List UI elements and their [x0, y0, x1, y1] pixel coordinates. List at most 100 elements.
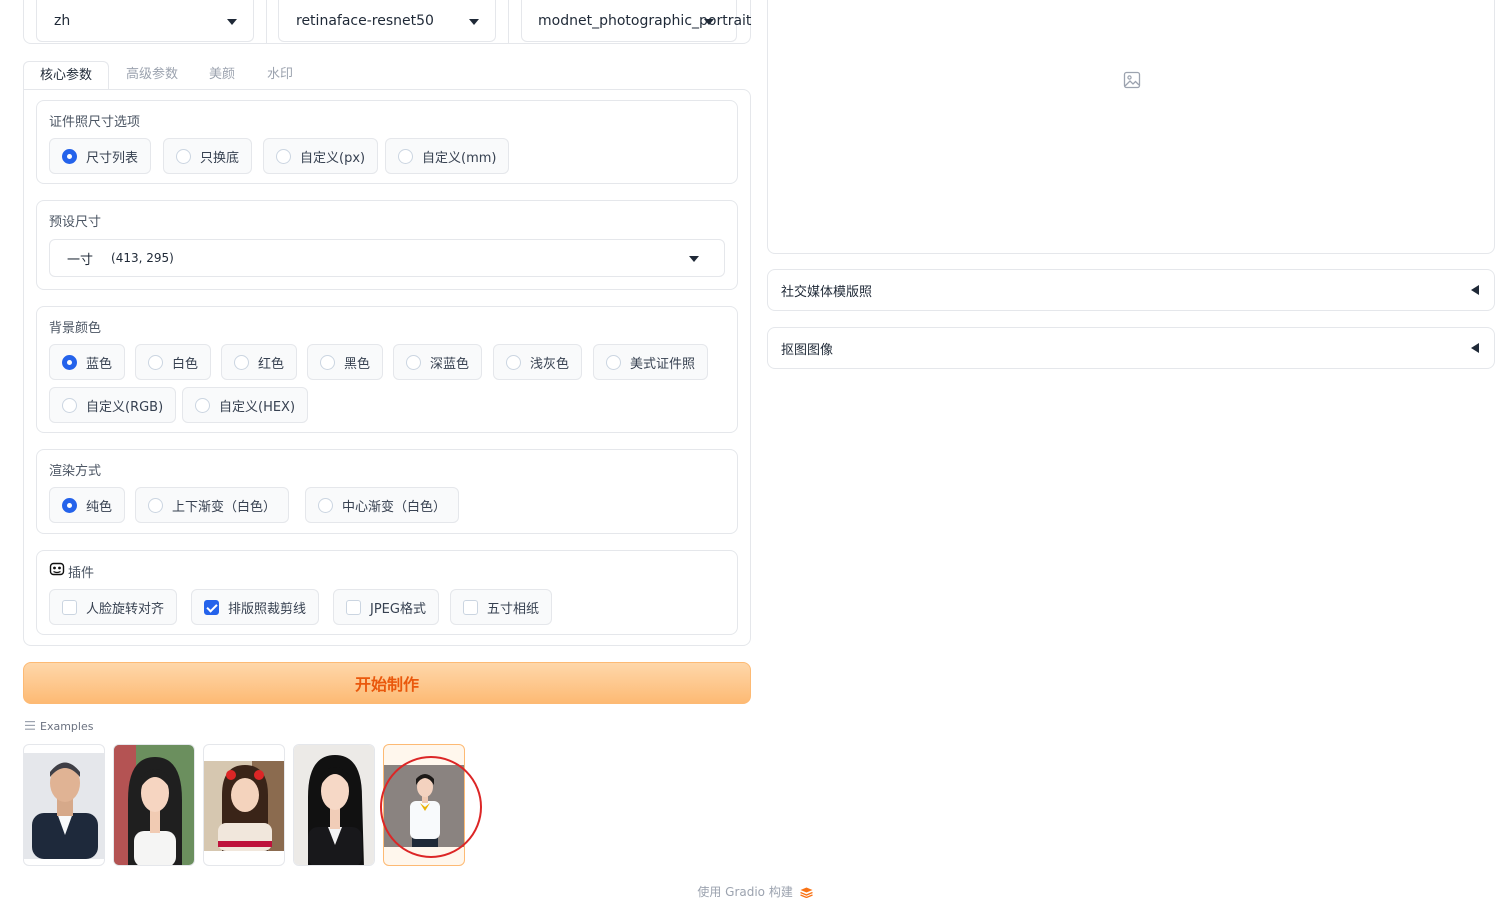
- language-dropdown[interactable]: zh: [36, 0, 254, 42]
- example-thumbnail[interactable]: [203, 744, 285, 866]
- option-label: 纯色: [86, 499, 113, 515]
- plugins-block: 插件 人脸旋转对齐 排版照裁剪线 JPEG格式 五寸相纸: [36, 550, 738, 635]
- tab-watermark[interactable]: 水印: [252, 61, 309, 90]
- plugins-label-text: 插件: [68, 565, 95, 581]
- accordion-matting-image[interactable]: 抠图图像: [767, 327, 1495, 369]
- option-label: 只换底: [200, 150, 240, 166]
- size-option-label: 证件照尺寸选项: [49, 115, 141, 130]
- option-label: 深蓝色: [430, 356, 470, 372]
- tab-beauty[interactable]: 美颜: [192, 61, 252, 90]
- robot-mask-icon: [49, 561, 65, 581]
- option-label: 自定义(mm): [422, 150, 497, 166]
- example-thumbnail[interactable]: [293, 744, 375, 866]
- bg-color-us-id[interactable]: 美式证件照: [593, 344, 709, 380]
- checkbox-icon: [62, 599, 77, 615]
- radio-icon: [148, 497, 163, 513]
- option-label: 浅灰色: [530, 356, 570, 372]
- render-mode-block: 渲染方式 纯色 上下渐变（白色） 中心渐变（白色）: [36, 449, 738, 534]
- size-option-custom-mm[interactable]: 自定义(mm): [385, 138, 510, 174]
- option-label: 红色: [258, 356, 285, 372]
- tab-core-params[interactable]: 核心参数: [23, 61, 110, 90]
- bg-color-blue[interactable]: 蓝色: [49, 344, 126, 380]
- render-mode-center-gradient[interactable]: 中心渐变（白色）: [305, 487, 460, 523]
- option-label: 五寸相纸: [487, 601, 540, 617]
- size-option-block: 证件照尺寸选项 尺寸列表 只换底 自定义(px) 自定义(mm): [36, 100, 738, 184]
- bg-color-dark-blue[interactable]: 深蓝色: [393, 344, 483, 380]
- tab-advanced-params[interactable]: 高级参数: [109, 61, 192, 90]
- face-detect-model-dropdown[interactable]: retinaface-resnet50: [278, 0, 496, 42]
- radio-icon: [176, 148, 191, 164]
- radio-selected-icon: [62, 148, 77, 164]
- render-mode-solid[interactable]: 纯色: [49, 487, 126, 523]
- divider: [508, 0, 509, 44]
- option-label: 蓝色: [86, 356, 113, 372]
- output-image-box: [767, 0, 1495, 254]
- radio-icon: [318, 497, 333, 513]
- render-mode-label: 渲染方式: [49, 464, 102, 479]
- preset-size-name: 一寸: [67, 252, 94, 268]
- checkbox-checked-icon: [204, 599, 219, 615]
- bg-color-custom-rgb[interactable]: 自定义(RGB): [49, 387, 177, 423]
- divider: [266, 0, 267, 44]
- plugin-crop-lines[interactable]: 排版照裁剪线: [191, 589, 320, 625]
- plugins-label: 插件: [49, 561, 94, 581]
- option-label: 白色: [172, 356, 199, 372]
- chevron-down-icon: [704, 18, 714, 25]
- bg-color-black[interactable]: 黑色: [307, 344, 384, 380]
- matting-model-dropdown[interactable]: modnet_photographic_portrait: [521, 0, 751, 42]
- accordion-label: 抠图图像: [781, 342, 834, 358]
- example-thumbnail[interactable]: [113, 744, 195, 866]
- example-thumbnail[interactable]: [23, 744, 105, 866]
- caret-left-icon: [1471, 343, 1479, 353]
- highlight-circle: [380, 756, 482, 858]
- size-option-list[interactable]: 尺寸列表: [49, 138, 152, 174]
- accordion-label: 社交媒体模版照: [781, 284, 873, 300]
- radio-icon: [62, 397, 77, 413]
- size-option-bg-only[interactable]: 只换底: [163, 138, 253, 174]
- example-portrait-woman-suit: [294, 745, 374, 865]
- option-label: 中心渐变（白色）: [342, 499, 447, 515]
- bg-color-red[interactable]: 红色: [221, 344, 298, 380]
- bg-color-custom-hex[interactable]: 自定义(HEX): [182, 387, 309, 423]
- bg-color-white[interactable]: 白色: [135, 344, 212, 380]
- radio-icon: [148, 354, 163, 370]
- preset-size-dims: (413, 295): [111, 251, 174, 265]
- plugin-five-inch-paper[interactable]: 五寸相纸: [450, 589, 553, 625]
- footer: 使用 Gradio 构建: [0, 883, 1510, 901]
- bg-color-label: 背景颜色: [49, 321, 102, 336]
- bg-color-light-gray[interactable]: 浅灰色: [493, 344, 583, 380]
- option-label: JPEG格式: [370, 601, 426, 617]
- option-label: 自定义(RGB): [86, 399, 164, 415]
- radio-selected-icon: [62, 497, 77, 513]
- radio-icon: [506, 354, 521, 370]
- gradio-logo-icon: [799, 887, 813, 901]
- matting-model-value: modnet_photographic_portrait: [538, 12, 752, 29]
- caret-left-icon: [1471, 285, 1479, 295]
- render-mode-vertical-gradient[interactable]: 上下渐变（白色）: [135, 487, 290, 523]
- accordion-social-media-template[interactable]: 社交媒体模版照: [767, 269, 1495, 311]
- plugin-jpeg-format[interactable]: JPEG格式: [333, 589, 439, 625]
- radio-icon: [406, 354, 421, 370]
- checkbox-icon: [346, 599, 361, 615]
- radio-icon: [398, 148, 413, 164]
- image-placeholder-icon: [1123, 71, 1141, 93]
- radio-icon: [234, 354, 249, 370]
- start-button[interactable]: 开始制作: [23, 662, 751, 704]
- list-icon: [25, 720, 35, 733]
- example-portrait-man: [24, 753, 104, 859]
- examples-label-text: Examples: [40, 720, 94, 733]
- radio-selected-icon: [62, 354, 77, 370]
- radio-icon: [606, 354, 621, 370]
- checkbox-icon: [463, 599, 478, 615]
- option-label: 人脸旋转对齐: [86, 601, 165, 617]
- preset-size-dropdown[interactable]: 一寸 (413, 295): [49, 239, 725, 277]
- chevron-down-icon: [689, 256, 699, 262]
- option-label: 黑色: [344, 356, 371, 372]
- radio-icon: [320, 354, 335, 370]
- plugin-face-align[interactable]: 人脸旋转对齐: [49, 589, 178, 625]
- example-portrait-woman-outdoor: [114, 745, 194, 865]
- chevron-down-icon: [227, 18, 237, 25]
- size-option-custom-px[interactable]: 自定义(px): [263, 138, 379, 174]
- option-label: 尺寸列表: [86, 150, 139, 166]
- footer-text[interactable]: 使用 Gradio 构建: [697, 885, 793, 899]
